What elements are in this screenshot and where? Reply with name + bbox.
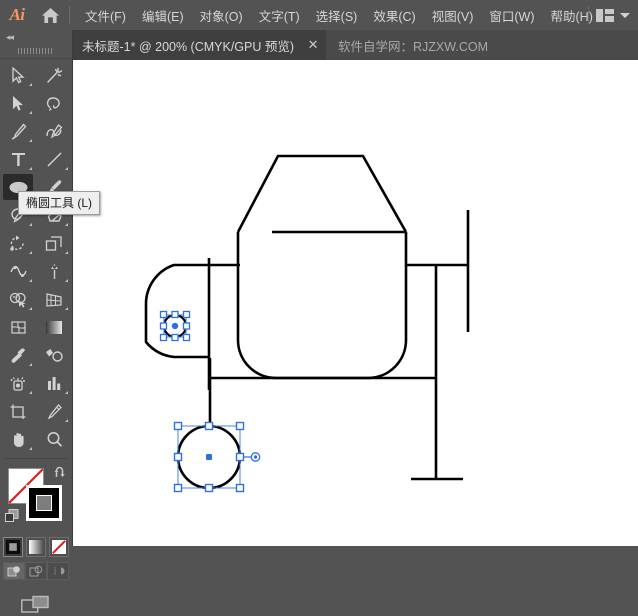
color-mode-button[interactable] — [3, 537, 23, 557]
tool-flyout-indicator — [65, 251, 68, 254]
artboard-tool[interactable] — [0, 397, 36, 425]
scale-tool[interactable] — [36, 229, 72, 257]
tool-flyout-indicator — [65, 391, 68, 394]
none-mode-button[interactable] — [49, 537, 69, 557]
tool-flyout-indicator — [29, 251, 32, 254]
pen-tool[interactable] — [0, 117, 36, 145]
tool-flyout-indicator — [29, 167, 32, 170]
tool-flyout-indicator — [29, 111, 32, 114]
free-transform-tool[interactable] — [36, 257, 72, 285]
color-mode-row — [0, 537, 72, 557]
gradient-mode-button[interactable] — [26, 537, 46, 557]
tool-flyout-indicator — [65, 307, 68, 310]
draw-inside-button[interactable] — [47, 562, 69, 580]
menu-bar: Ai 文件(F) 编辑(E) 对象(O) 文字(T) 选择(S) 效果(C) 视… — [0, 0, 638, 30]
mixer-artwork — [72, 60, 638, 546]
small-ellipse-selection — [161, 312, 190, 341]
menu-window[interactable]: 窗口(W) — [481, 0, 542, 30]
tool-flyout-indicator — [65, 279, 68, 282]
tool-flyout-indicator — [65, 223, 68, 226]
lasso-tool[interactable] — [36, 89, 72, 117]
mesh-tool[interactable] — [0, 313, 36, 341]
draw-behind-button[interactable] — [25, 562, 47, 580]
rotate-tool[interactable] — [0, 229, 36, 257]
stroke-swatch[interactable] — [26, 485, 62, 521]
blend-tool[interactable] — [36, 341, 72, 369]
document-tab-bar: 未标题-1* @ 200% (CMYK/GPU 预览) ✕ 软件自学网：RJZX… — [0, 30, 638, 61]
line-segment-tool[interactable] — [36, 145, 72, 173]
tool-grid — [0, 59, 72, 453]
fill-stroke-controls — [0, 463, 72, 535]
collapse-panel-icon[interactable]: ◂◂ — [0, 30, 72, 44]
slice-tool[interactable] — [36, 397, 72, 425]
workspace-switcher[interactable] — [585, 0, 634, 30]
tool-flyout-indicator — [29, 83, 32, 86]
curvature-tool[interactable] — [36, 117, 72, 145]
workspace-switcher-icon[interactable] — [596, 9, 614, 22]
type-tool[interactable] — [0, 145, 36, 173]
symbol-sprayer-tool[interactable] — [0, 369, 36, 397]
menu-type[interactable]: 文字(T) — [251, 0, 308, 30]
magic-wand-tool[interactable] — [36, 61, 72, 89]
tool-flyout-indicator — [29, 223, 32, 226]
toolbar-divider — [5, 458, 67, 459]
document-tab-active[interactable]: 未标题-1* @ 200% (CMYK/GPU 预览) ✕ — [68, 30, 326, 60]
tools-panel: ◂◂ — [0, 30, 73, 546]
draw-normal-button[interactable] — [3, 562, 25, 580]
menu-effect[interactable]: 效果(C) — [365, 0, 423, 30]
document-tab-label: 未标题-1* @ 200% (CMYK/GPU 预览) — [82, 36, 294, 55]
tool-flyout-indicator — [65, 419, 68, 422]
direct-selection-tool[interactable] — [0, 89, 36, 117]
hand-tool[interactable] — [0, 425, 36, 453]
tool-flyout-indicator — [29, 139, 32, 142]
app-logo: Ai — [0, 0, 34, 30]
menu-divider-right — [588, 6, 589, 24]
tool-flyout-indicator — [29, 307, 32, 310]
tool-flyout-indicator — [65, 167, 68, 170]
menu-file[interactable]: 文件(F) — [77, 0, 134, 30]
draw-mode-row — [0, 562, 72, 580]
menu-view[interactable]: 视图(V) — [424, 0, 482, 30]
gradient-tool[interactable] — [36, 313, 72, 341]
home-icon[interactable] — [34, 0, 66, 30]
change-screen-mode-button[interactable] — [0, 594, 72, 616]
shape-builder-tool[interactable] — [0, 285, 36, 313]
swap-fill-stroke-icon[interactable] — [54, 466, 67, 484]
close-icon[interactable]: ✕ — [306, 39, 320, 52]
tool-flyout-indicator — [29, 447, 32, 450]
perspective-grid-tool[interactable] — [36, 285, 72, 313]
large-circle-selection — [175, 423, 260, 492]
zoom-tool[interactable] — [36, 425, 72, 453]
watermark-text: 软件自学网：RJZXW.COM — [338, 30, 488, 60]
artboard-canvas[interactable] — [72, 60, 638, 546]
menu-object[interactable]: 对象(O) — [192, 0, 251, 30]
chevron-down-icon[interactable] — [620, 13, 630, 18]
illustrator-window: Ai 文件(F) 编辑(E) 对象(O) 文字(T) 选择(S) 效果(C) 视… — [0, 0, 638, 546]
menu-edit[interactable]: 编辑(E) — [134, 0, 192, 30]
panel-drag-grip[interactable] — [0, 44, 72, 59]
tool-flyout-indicator — [29, 279, 32, 282]
menu-item-list: 文件(F) 编辑(E) 对象(O) 文字(T) 选择(S) 效果(C) 视图(V… — [77, 0, 601, 30]
selection-tool[interactable] — [0, 61, 36, 89]
tool-flyout-indicator — [29, 363, 32, 366]
column-graph-tool[interactable] — [36, 369, 72, 397]
menu-select[interactable]: 选择(S) — [308, 0, 366, 30]
default-fill-stroke-icon[interactable] — [5, 509, 19, 528]
menu-divider — [69, 6, 70, 24]
width-tool[interactable] — [0, 257, 36, 285]
tool-tooltip: 椭圆工具 (L) — [18, 191, 100, 215]
eyedropper-tool[interactable] — [0, 341, 36, 369]
tool-flyout-indicator — [29, 391, 32, 394]
